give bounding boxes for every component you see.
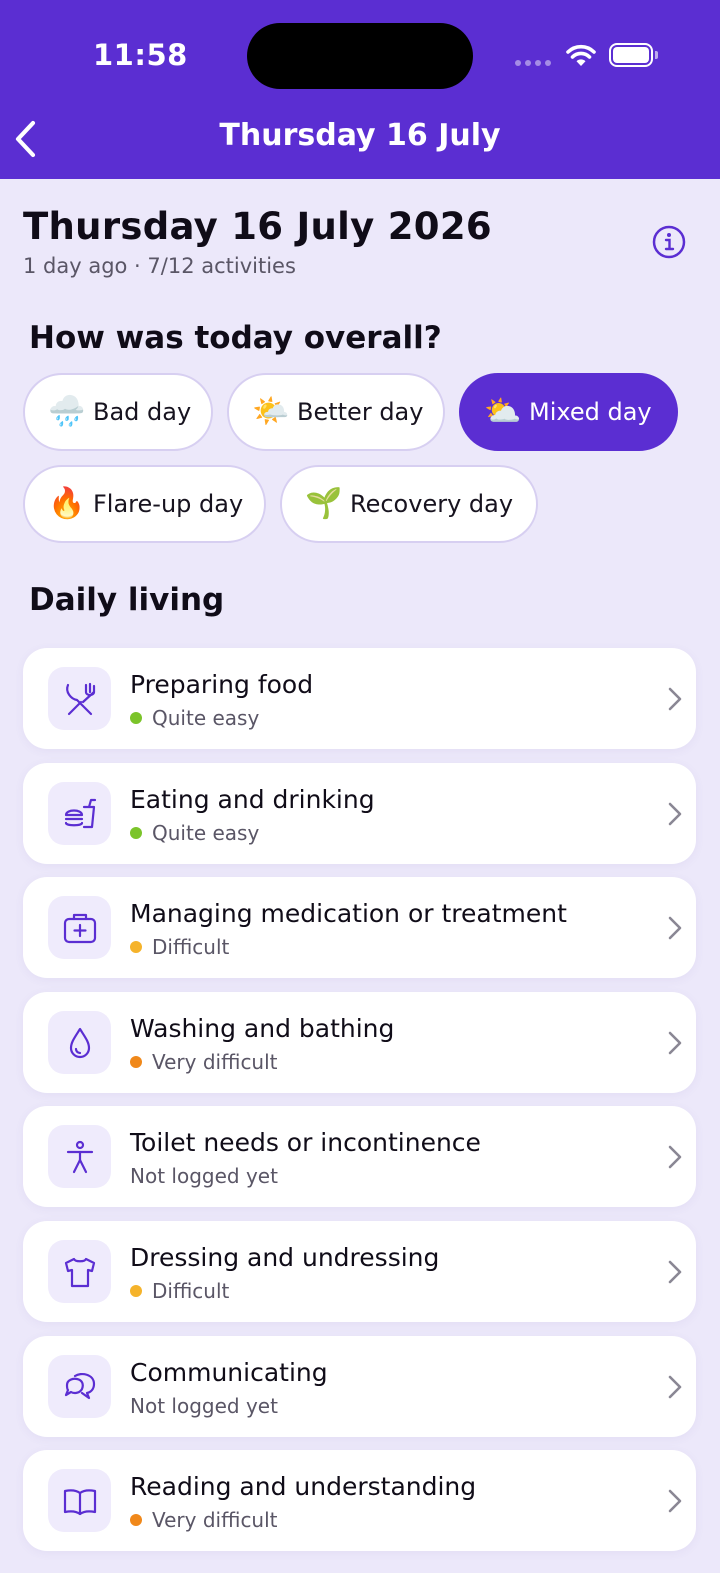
water-drop-icon — [69, 1027, 90, 1058]
info-icon — [652, 225, 686, 259]
activity-status: Not logged yet — [130, 1394, 278, 1418]
wifi-icon — [566, 44, 596, 66]
activity-card-dressing[interactable]: Dressing and undressing Difficult — [23, 1221, 696, 1322]
chip-label: Bad day — [93, 398, 192, 426]
activity-title: Washing and bathing — [130, 1014, 395, 1043]
activity-card-washing-bathing[interactable]: Washing and bathing Very difficult — [23, 992, 696, 1093]
activity-status: Not logged yet — [130, 1164, 278, 1188]
medical-kit-icon — [63, 913, 96, 943]
status-time: 11:58 — [93, 38, 188, 72]
mixed-day-chip[interactable]: ⛅ Mixed day — [459, 373, 678, 451]
utensils-icon — [65, 682, 95, 715]
sun-behind-cloud-icon: 🌤️ — [252, 394, 290, 429]
activity-title: Communicating — [130, 1358, 328, 1387]
fire-icon: 🔥 — [48, 486, 86, 521]
food-drink-icon — [64, 798, 96, 828]
chevron-right-icon — [668, 1489, 682, 1513]
activity-status: Difficult — [130, 1279, 229, 1303]
nav-title: Thursday 16 July — [219, 118, 501, 153]
activity-card-toilet-needs[interactable]: Toilet needs or incontinence Not logged … — [23, 1106, 696, 1207]
status-dot — [130, 712, 142, 724]
status-dot — [130, 1514, 142, 1526]
activity-card-eating-drinking[interactable]: Eating and drinking Quite easy — [23, 763, 696, 864]
chevron-right-icon — [668, 687, 682, 711]
chevron-right-icon — [668, 1260, 682, 1284]
activity-card-communicating[interactable]: Communicating Not logged yet — [23, 1336, 696, 1437]
dynamic-island — [247, 23, 473, 89]
rain-cloud-icon: 🌧️ — [48, 394, 86, 429]
activity-title: Toilet needs or incontinence — [130, 1128, 481, 1157]
chip-label: Better day — [297, 398, 424, 426]
activity-title: Eating and drinking — [130, 785, 375, 814]
status-dot — [130, 941, 142, 953]
activity-status: Quite easy — [130, 821, 259, 845]
chevron-right-icon — [668, 1031, 682, 1055]
app-header: 11:58 Thursday 16 July — [0, 0, 720, 179]
activity-title: Managing medication or treatment — [130, 899, 567, 928]
partly-cloudy-icon: ⛅ — [484, 394, 522, 429]
activity-status: Quite easy — [130, 706, 259, 730]
activity-title: Dressing and undressing — [130, 1243, 440, 1272]
status-label: Not logged yet — [130, 1394, 278, 1418]
activity-card-medication[interactable]: Managing medication or treatment Difficu… — [23, 877, 696, 978]
activity-title: Preparing food — [130, 670, 314, 699]
activity-title: Reading and understanding — [130, 1472, 477, 1501]
chevron-right-icon — [668, 802, 682, 826]
page-title: Thursday 16 July 2026 — [23, 205, 492, 248]
info-button[interactable] — [651, 224, 687, 260]
better-day-chip[interactable]: 🌤️ Better day — [227, 373, 445, 451]
activity-status: Difficult — [130, 935, 229, 959]
status-label: Very difficult — [152, 1508, 278, 1532]
bad-day-chip[interactable]: 🌧️ Bad day — [23, 373, 213, 451]
activity-status: Very difficult — [130, 1050, 278, 1074]
accessibility-icon — [66, 1140, 93, 1173]
status-dot — [130, 827, 142, 839]
chip-label: Flare-up day — [93, 490, 244, 518]
chip-label: Recovery day — [350, 490, 514, 518]
daily-living-heading: Daily living — [29, 582, 225, 618]
cellular-signal-icon — [515, 60, 551, 66]
chat-bubbles-icon — [64, 1372, 95, 1399]
status-label: Not logged yet — [130, 1164, 278, 1188]
chevron-right-icon — [668, 1375, 682, 1399]
page-subtitle: 1 day ago · 7/12 activities — [23, 254, 296, 278]
status-dot — [130, 1056, 142, 1068]
shirt-icon — [64, 1257, 95, 1287]
chevron-right-icon — [668, 1145, 682, 1169]
status-dot — [130, 1285, 142, 1297]
chevron-right-icon — [668, 916, 682, 940]
status-label: Quite easy — [152, 706, 260, 730]
status-icons — [515, 40, 665, 74]
recovery-day-chip[interactable]: 🌱 Recovery day — [280, 465, 538, 543]
activity-card-reading[interactable]: Reading and understanding Very difficult — [23, 1450, 696, 1551]
activity-status: Very difficult — [130, 1508, 278, 1532]
battery-icon — [609, 43, 658, 67]
activity-card-preparing-food[interactable]: Preparing food Quite easy — [23, 648, 696, 749]
seedling-icon: 🌱 — [305, 486, 343, 521]
status-label: Difficult — [152, 1279, 230, 1303]
flare-up-day-chip[interactable]: 🔥 Flare-up day — [23, 465, 266, 543]
overall-heading: How was today overall? — [29, 320, 442, 356]
chip-label: Mixed day — [529, 398, 652, 426]
status-label: Difficult — [152, 935, 230, 959]
status-label: Quite easy — [152, 821, 260, 845]
status-label: Very difficult — [152, 1050, 278, 1074]
book-icon — [63, 1488, 96, 1515]
